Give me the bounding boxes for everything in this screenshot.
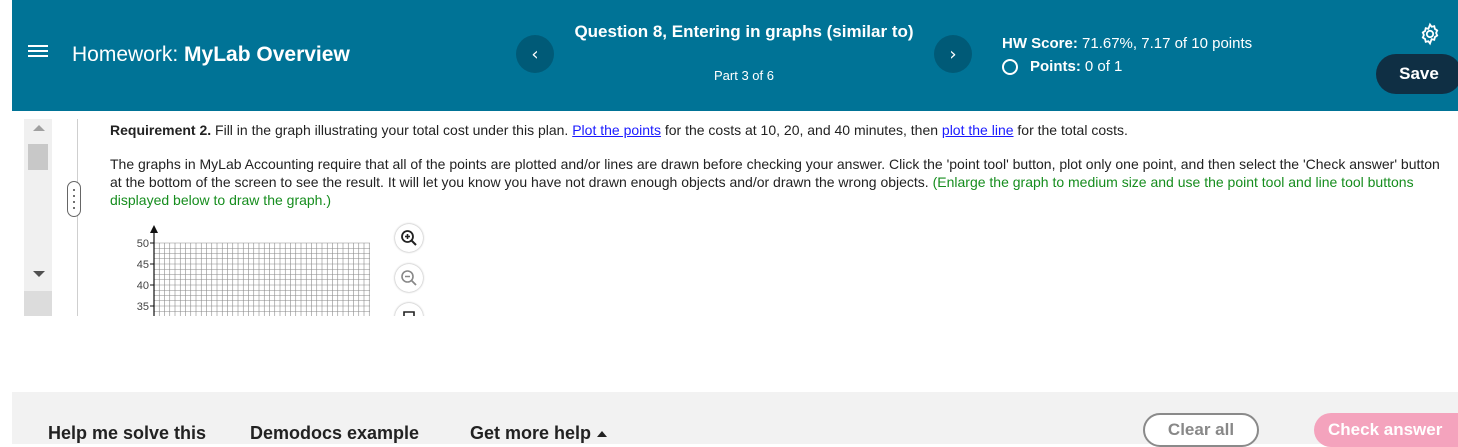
scrollbar-track-end [24,291,52,316]
graph-tool-button[interactable] [395,303,423,316]
y-tick-label: 40 [137,280,149,292]
save-button[interactable]: Save [1376,54,1458,94]
get-more-help-label: Get more help [470,423,592,443]
plot-line-link[interactable]: plot the line [942,122,1014,138]
plot-points-link[interactable]: Plot the points [572,122,661,138]
points-label: Points: [1030,58,1081,75]
points-value: 0 of 1 [1084,58,1123,75]
homework-name: MyLab Overview [184,43,350,66]
scroll-up-arrow-icon[interactable] [33,125,45,131]
gear-icon[interactable] [1418,22,1442,46]
top-header: Homework: MyLab Overview ‹ Question 8, E… [12,0,1458,111]
hw-score-value: 71.67%, 7.17 of 10 points [1082,35,1253,52]
y-tick-label: 35 [137,301,149,313]
clear-all-button[interactable]: Clear all [1143,413,1259,447]
caret-up-icon [597,431,608,438]
vertical-scrollbar[interactable] [24,119,52,316]
y-tick-label: 45 [137,259,149,271]
demodocs-example-button[interactable]: Demodocs example [250,423,419,444]
graph-grid [153,242,370,316]
hamburger-menu-icon[interactable] [28,42,48,62]
requirement-label: Requirement 2. [110,122,212,138]
panel-divider [77,119,78,316]
next-question-button[interactable]: › [934,35,972,73]
question-title: Question 8, Entering in graphs (similar … [574,22,914,41]
graph-canvas[interactable]: 50 45 40 35 [124,223,374,316]
homework-title: Homework: MyLab Overview [72,43,350,67]
enlarge-icon [403,311,415,316]
requirement-text: Requirement 2. Fill in the graph illustr… [110,121,1450,139]
requirement-text-2: for the costs at 10, 20, and 40 minutes,… [664,122,939,138]
help-me-solve-button[interactable]: Help me solve this [48,423,206,444]
hw-score-label: HW Score: [1002,35,1078,52]
panel-resize-handle[interactable] [67,181,81,217]
y-tick-label: 50 [137,238,149,250]
get-more-help-button[interactable]: Get more help [470,423,608,444]
check-answer-button[interactable]: Check answer [1314,413,1458,447]
incomplete-circle-icon [1002,58,1018,75]
homework-prefix: Homework: [72,43,179,66]
zoom-out-icon [401,270,417,286]
hw-score: HW Score: 71.67%, 7.17 of 10 points [1002,35,1252,52]
instructions-paragraph: The graphs in MyLab Accounting require t… [110,155,1450,209]
scroll-thumb[interactable] [28,144,48,170]
scroll-down-arrow-icon[interactable] [33,271,45,277]
question-content: Requirement 2. Fill in the graph illustr… [24,111,1458,316]
requirement-text-1: Fill in the graph illustrating your tota… [215,122,569,138]
requirement-text-3: for the total costs. [1017,122,1128,138]
question-part: Part 3 of 6 [714,68,774,83]
previous-question-button[interactable]: ‹ [516,35,554,73]
points-status: Points: 0 of 1 [1002,58,1122,75]
footer-bar: Help me solve this Demodocs example Get … [12,392,1458,447]
zoom-in-button[interactable] [395,224,423,252]
zoom-in-icon [401,230,417,246]
y-axis-arrow-icon [150,225,158,233]
zoom-out-button[interactable] [395,264,423,292]
